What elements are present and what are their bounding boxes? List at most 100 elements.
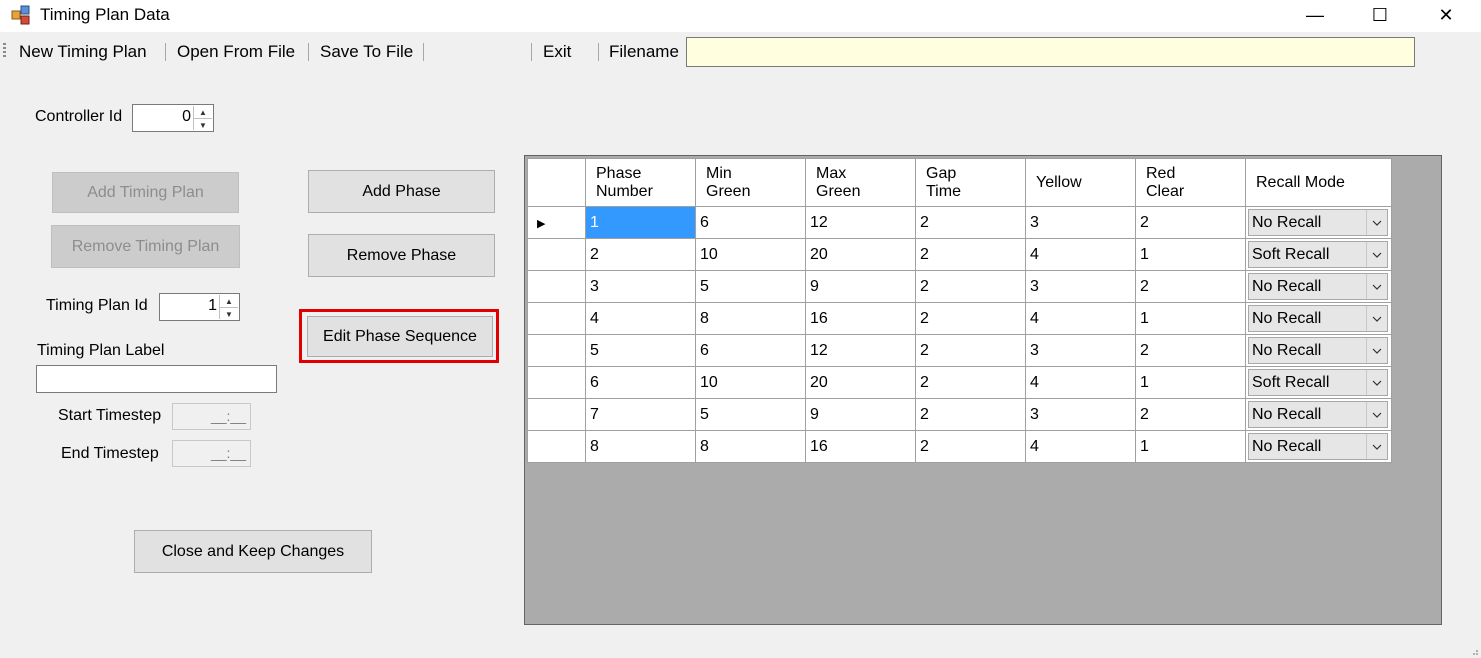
column-header-min-green[interactable]: Min Green [695,158,806,207]
row-header[interactable] [527,366,586,399]
cell-max-green[interactable]: 9 [805,398,916,431]
cell-min-green[interactable]: 5 [695,398,806,431]
cell-recall-mode[interactable]: No Recall [1245,430,1392,463]
cell-yellow[interactable]: 4 [1025,238,1136,271]
cell-gap-time[interactable]: 2 [915,238,1026,271]
table-row[interactable]: ▶ 1 6 12 2 3 2 No Recall [527,206,1392,239]
new-timing-plan-button[interactable]: New Timing Plan [19,42,147,62]
chevron-down-icon[interactable] [1366,242,1387,267]
cell-red-clear[interactable]: 2 [1135,334,1246,367]
save-to-file-button[interactable]: Save To File [320,42,413,62]
column-header-yellow[interactable]: Yellow [1025,158,1136,207]
remove-phase-button[interactable]: Remove Phase [308,234,495,277]
table-row[interactable]: 2 10 20 2 4 1 Soft Recall [527,238,1392,271]
cell-max-green[interactable]: 9 [805,270,916,303]
cell-min-green[interactable]: 8 [695,430,806,463]
chevron-down-icon[interactable] [1366,402,1387,427]
cell-min-green[interactable]: 10 [695,366,806,399]
cell-yellow[interactable]: 4 [1025,430,1136,463]
row-header[interactable] [527,302,586,335]
cell-red-clear[interactable]: 1 [1135,366,1246,399]
add-timing-plan-button[interactable]: Add Timing Plan [52,172,239,213]
cell-phase-number[interactable]: 5 [585,334,696,367]
cell-phase-number[interactable]: 3 [585,270,696,303]
end-timestep-input[interactable]: __:__ [172,440,251,467]
cell-max-green[interactable]: 16 [805,430,916,463]
cell-phase-number[interactable]: 6 [585,366,696,399]
chevron-down-icon[interactable] [1366,306,1387,331]
column-header-gap-time[interactable]: Gap Time [915,158,1026,207]
cell-phase-number[interactable]: 7 [585,398,696,431]
exit-button[interactable]: Exit [543,42,571,62]
cell-yellow[interactable]: 4 [1025,366,1136,399]
cell-red-clear[interactable]: 1 [1135,238,1246,271]
cell-yellow[interactable]: 3 [1025,398,1136,431]
cell-max-green[interactable]: 16 [805,302,916,335]
row-header[interactable] [527,398,586,431]
table-row[interactable]: 6 10 20 2 4 1 Soft Recall [527,366,1392,399]
cell-red-clear[interactable]: 2 [1135,206,1246,239]
close-button[interactable]: ✕ [1414,0,1478,30]
recall-mode-dropdown[interactable]: No Recall [1248,337,1388,364]
timing-plan-id-spin[interactable]: ▲ ▼ [219,295,238,319]
table-row[interactable]: 3 5 9 2 3 2 No Recall [527,270,1392,303]
row-header[interactable] [527,270,586,303]
filename-input[interactable] [686,37,1415,67]
recall-mode-dropdown[interactable]: No Recall [1248,401,1388,428]
recall-mode-dropdown[interactable]: No Recall [1248,433,1388,460]
cell-min-green[interactable]: 8 [695,302,806,335]
cell-min-green[interactable]: 6 [695,334,806,367]
start-timestep-input[interactable]: __:__ [172,403,251,430]
cell-max-green[interactable]: 20 [805,366,916,399]
cell-red-clear[interactable]: 1 [1135,302,1246,335]
cell-red-clear[interactable]: 1 [1135,430,1246,463]
chevron-down-icon[interactable] [1366,370,1387,395]
cell-max-green[interactable]: 12 [805,334,916,367]
cell-gap-time[interactable]: 2 [915,270,1026,303]
cell-yellow[interactable]: 3 [1025,270,1136,303]
spin-up-icon[interactable]: ▲ [194,106,212,119]
cell-recall-mode[interactable]: Soft Recall [1245,238,1392,271]
recall-mode-dropdown[interactable]: No Recall [1248,273,1388,300]
cell-yellow[interactable]: 3 [1025,206,1136,239]
recall-mode-dropdown[interactable]: Soft Recall [1248,241,1388,268]
controller-id-spin[interactable]: ▲ ▼ [193,106,212,130]
cell-phase-number[interactable]: 1 [585,206,696,239]
cell-min-green[interactable]: 5 [695,270,806,303]
recall-mode-dropdown[interactable]: No Recall [1248,209,1388,236]
open-from-file-button[interactable]: Open From File [177,42,295,62]
cell-red-clear[interactable]: 2 [1135,270,1246,303]
chevron-down-icon[interactable] [1366,274,1387,299]
table-row[interactable]: 4 8 16 2 4 1 No Recall [527,302,1392,335]
resize-grip-icon[interactable] [1469,646,1479,656]
minimize-button[interactable]: — [1283,0,1347,30]
cell-phase-number[interactable]: 4 [585,302,696,335]
column-header-max-green[interactable]: Max Green [805,158,916,207]
chevron-down-icon[interactable] [1366,210,1387,235]
cell-recall-mode[interactable]: No Recall [1245,334,1392,367]
cell-recall-mode[interactable]: Soft Recall [1245,366,1392,399]
cell-red-clear[interactable]: 2 [1135,398,1246,431]
row-header[interactable] [527,334,586,367]
cell-max-green[interactable]: 12 [805,206,916,239]
cell-recall-mode[interactable]: No Recall [1245,398,1392,431]
close-keep-changes-button[interactable]: Close and Keep Changes [134,530,372,573]
cell-max-green[interactable]: 20 [805,238,916,271]
table-row[interactable]: 5 6 12 2 3 2 No Recall [527,334,1392,367]
cell-recall-mode[interactable]: No Recall [1245,302,1392,335]
recall-mode-dropdown[interactable]: No Recall [1248,305,1388,332]
edit-phase-sequence-button[interactable]: Edit Phase Sequence [307,316,493,357]
cell-phase-number[interactable]: 2 [585,238,696,271]
row-header[interactable]: ▶ [527,206,586,239]
maximize-button[interactable]: ☐ [1348,0,1412,30]
column-header-recall-mode[interactable]: Recall Mode [1245,158,1392,207]
cell-gap-time[interactable]: 2 [915,398,1026,431]
cell-gap-time[interactable]: 2 [915,206,1026,239]
spin-down-icon[interactable]: ▼ [194,119,212,131]
cell-recall-mode[interactable]: No Recall [1245,270,1392,303]
cell-recall-mode[interactable]: No Recall [1245,206,1392,239]
controller-id-stepper[interactable]: 0 ▲ ▼ [132,104,214,132]
chevron-down-icon[interactable] [1366,338,1387,363]
column-header-red-clear[interactable]: Red Clear [1135,158,1246,207]
spin-up-icon[interactable]: ▲ [220,295,238,308]
